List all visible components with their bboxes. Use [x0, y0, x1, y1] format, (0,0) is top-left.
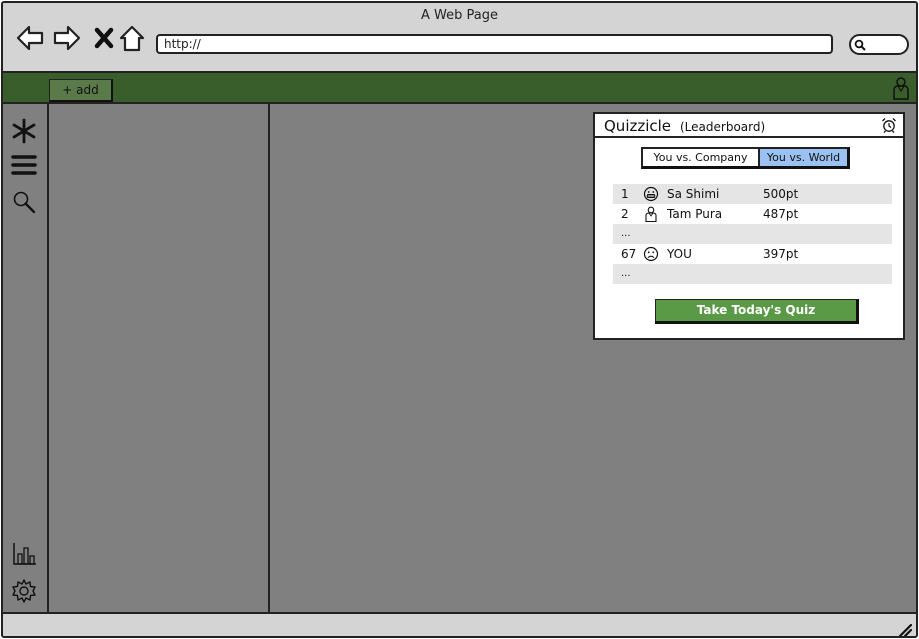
leaderboard-ellipsis-row: ... [613, 264, 892, 284]
widget-subtitle: (Leaderboard) [680, 120, 766, 134]
player-points: 487pt [763, 207, 799, 221]
side-rail [3, 104, 49, 612]
app-bar: + add [3, 73, 916, 104]
ellipsis: ... [621, 268, 631, 279]
player-name: Sa Shimi [667, 187, 720, 201]
player-name: Tam Pura [667, 207, 723, 221]
widget-title: Quizzicle [604, 117, 672, 135]
rank: 1 [621, 187, 629, 201]
resize-grip-icon[interactable] [898, 622, 913, 636]
leaderboard-table: 1 Sa Shimi 500pt 2 Tam Pura 487pt ... 67 [613, 184, 892, 284]
leaderboard-ellipsis-row: ... [613, 224, 892, 244]
title-bar: A Web Page http:// [3, 3, 916, 73]
leaderboard-row[interactable]: 2 Tam Pura 487pt [613, 204, 892, 224]
leaderboard-row-self[interactable]: 67 YOU 397pt [613, 244, 892, 264]
leaderboard-row[interactable]: 1 Sa Shimi 500pt [613, 184, 892, 204]
search-icon [854, 39, 866, 51]
browser-search-field[interactable] [849, 34, 909, 55]
grinning-face-icon [643, 184, 667, 204]
user-icon [643, 204, 667, 224]
widget-header: Quizzicle (Leaderboard) [595, 114, 903, 138]
status-bar [3, 612, 916, 636]
search-icon[interactable] [11, 189, 37, 215]
player-name: YOU [667, 247, 692, 261]
alarm-clock-icon[interactable] [881, 117, 897, 133]
take-quiz-button[interactable]: Take Today's Quiz [655, 299, 859, 324]
back-arrow-icon[interactable] [15, 23, 45, 53]
rank: 2 [621, 207, 629, 221]
tab-you-vs-company[interactable]: You vs. Company [643, 149, 760, 166]
leaderboard-scope-tabs: You vs. Company You vs. World [641, 147, 850, 169]
add-button[interactable]: + add [49, 79, 113, 102]
asterisk-icon[interactable] [11, 118, 37, 144]
url-input[interactable]: http:// [156, 34, 833, 54]
browser-window: A Web Page http:// + add Quizzicle (Lead… [1, 1, 918, 638]
forward-arrow-icon[interactable] [52, 23, 82, 53]
gear-icon[interactable] [11, 578, 37, 604]
left-panel [49, 104, 270, 612]
player-points: 397pt [763, 247, 799, 261]
home-icon[interactable] [117, 23, 147, 53]
player-points: 500pt [763, 187, 799, 201]
tab-you-vs-world[interactable]: You vs. World [760, 149, 847, 166]
rank: 67 [621, 247, 637, 261]
window-title: A Web Page [421, 8, 498, 23]
ellipsis: ... [621, 228, 631, 239]
close-icon[interactable] [89, 23, 119, 53]
user-icon[interactable] [891, 76, 911, 100]
sad-face-icon [643, 244, 667, 264]
menu-icon[interactable] [11, 152, 37, 178]
quizzicle-widget: Quizzicle (Leaderboard) You vs. Company … [593, 112, 905, 340]
bar-chart-icon[interactable] [11, 541, 37, 567]
